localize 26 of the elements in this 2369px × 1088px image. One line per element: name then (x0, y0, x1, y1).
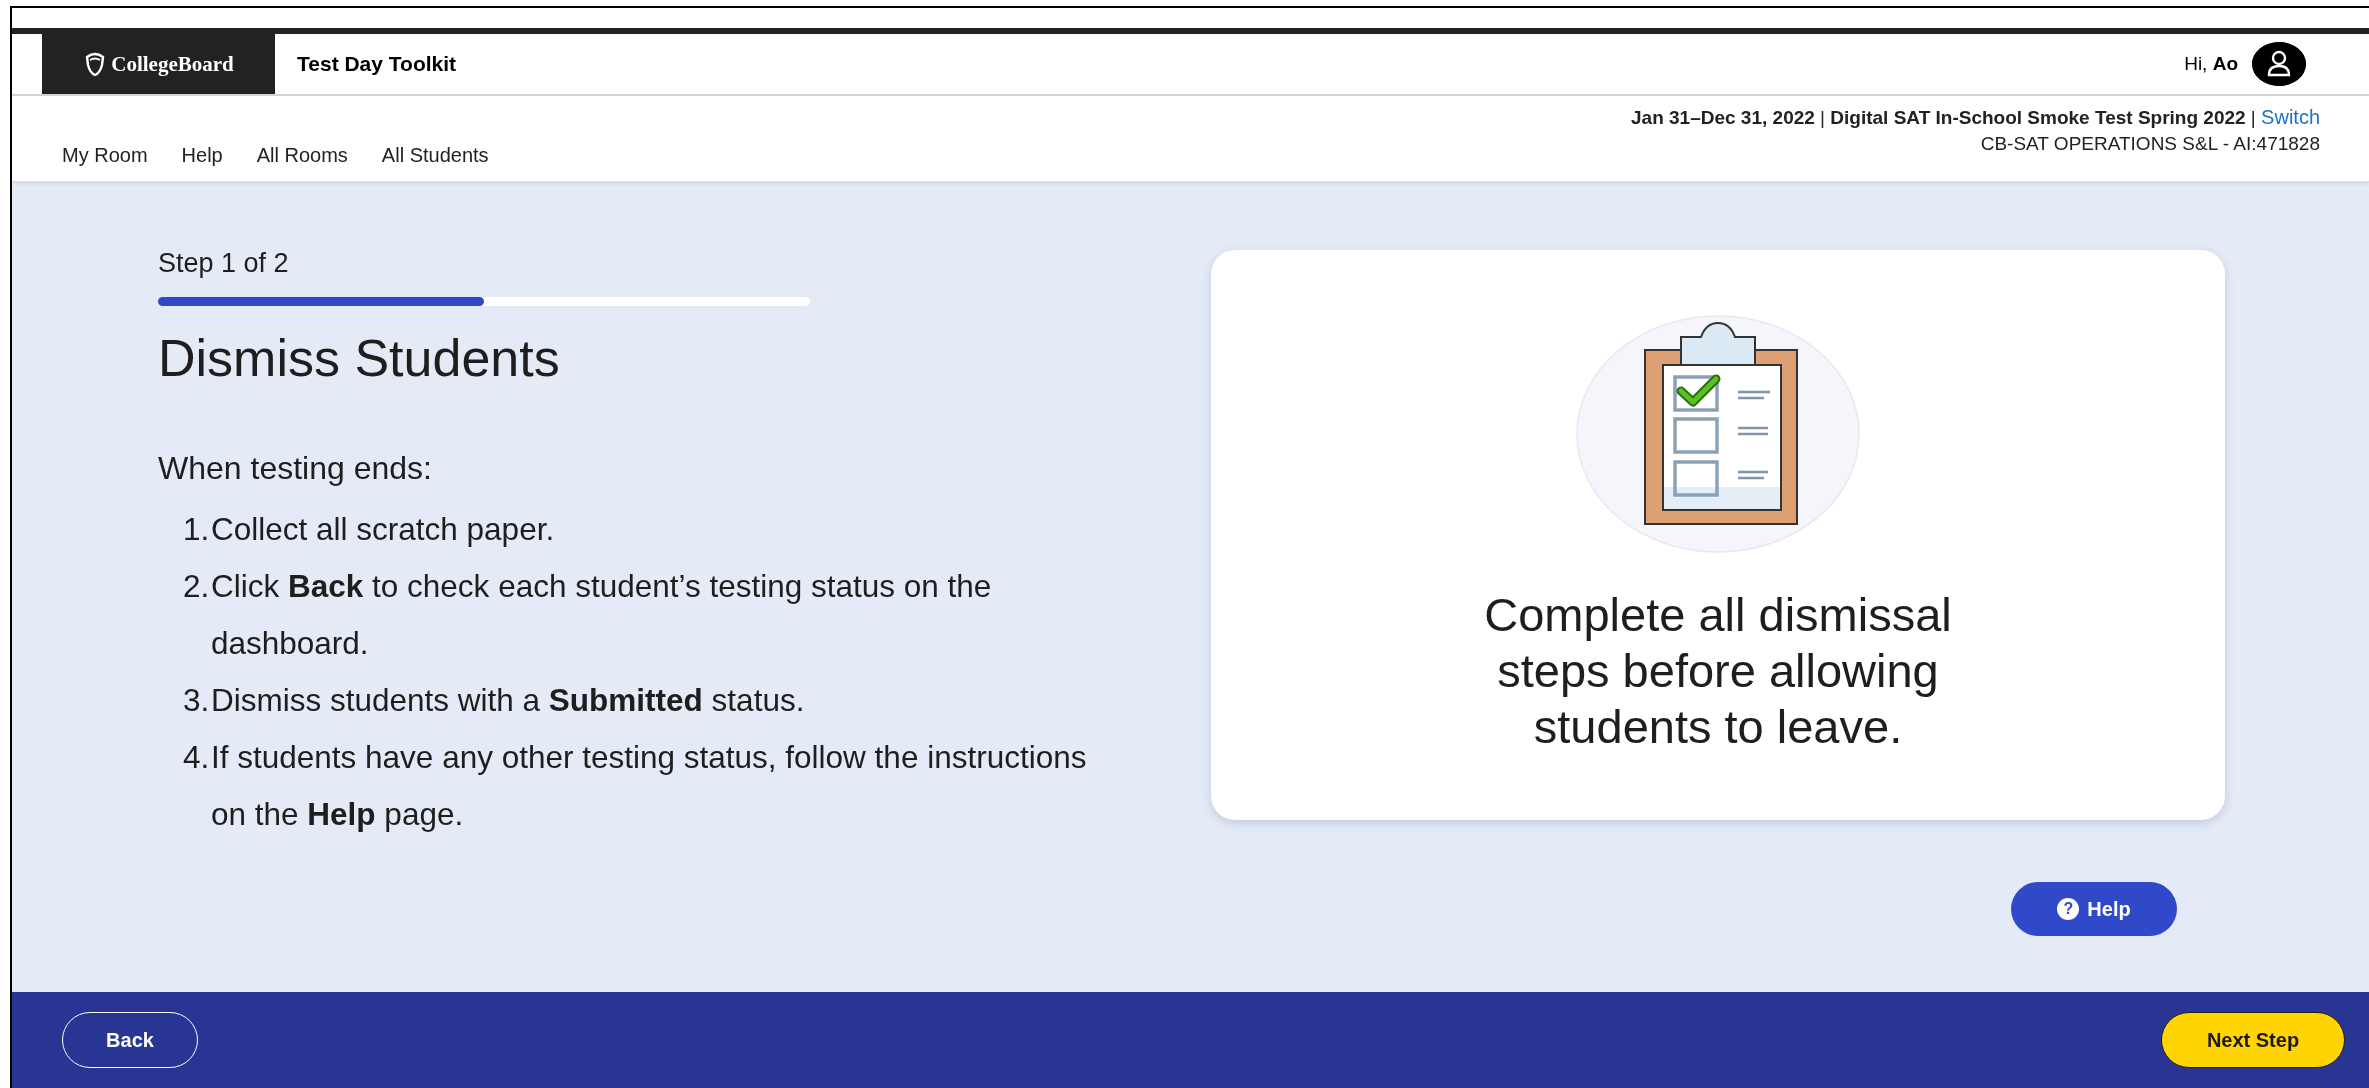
nav-link[interactable]: All Rooms (256, 144, 348, 167)
instruction-text: Collect all scratch paper. (211, 510, 556, 549)
list-number: 2. (183, 567, 211, 606)
next-step-button[interactable]: Next Step (2161, 1012, 2345, 1068)
greeting: Hi, Ao (2184, 53, 2238, 75)
logo[interactable]: CollegeBoard (42, 34, 275, 94)
instruction-text: Dismiss students with a Submitted status. (211, 681, 806, 720)
page-heading: Dismiss Students (158, 328, 561, 388)
nav-link[interactable]: All Students (381, 144, 489, 167)
nav-link[interactable]: Help (181, 144, 223, 167)
list-number: 4. (183, 738, 211, 777)
dismissal-message: Complete all dismissal steps before allowing students to leave. (1483, 587, 1953, 755)
help-button[interactable]: ? Help (2011, 882, 2177, 936)
list-number: 1. (183, 510, 211, 549)
nav-link[interactable]: My Room (62, 144, 148, 167)
user-avatar-icon[interactable] (2252, 42, 2306, 86)
instruction-text: If students have any other testing status, follow the instructions on the Help page. (211, 738, 1088, 834)
organization-name: CB-SAT OPERATIONS S&L - AI:471828 (1980, 133, 2320, 155)
instruction-text: Click Back to check each student’s testing status on the dashboard. (211, 567, 993, 663)
list-number: 3. (183, 681, 211, 720)
app-title: Test Day Toolkit (297, 52, 457, 76)
step-label: Step 1 of 2 (158, 248, 290, 279)
help-icon: ? (2057, 898, 2080, 920)
switch-link[interactable]: Switch (2261, 106, 2320, 128)
event-details: Jan 31–Dec 31, 2022 | Digital SAT In-School Smoke Test Spring 2022 | (1631, 107, 2256, 128)
intro-text: When testing ends: (158, 450, 433, 487)
